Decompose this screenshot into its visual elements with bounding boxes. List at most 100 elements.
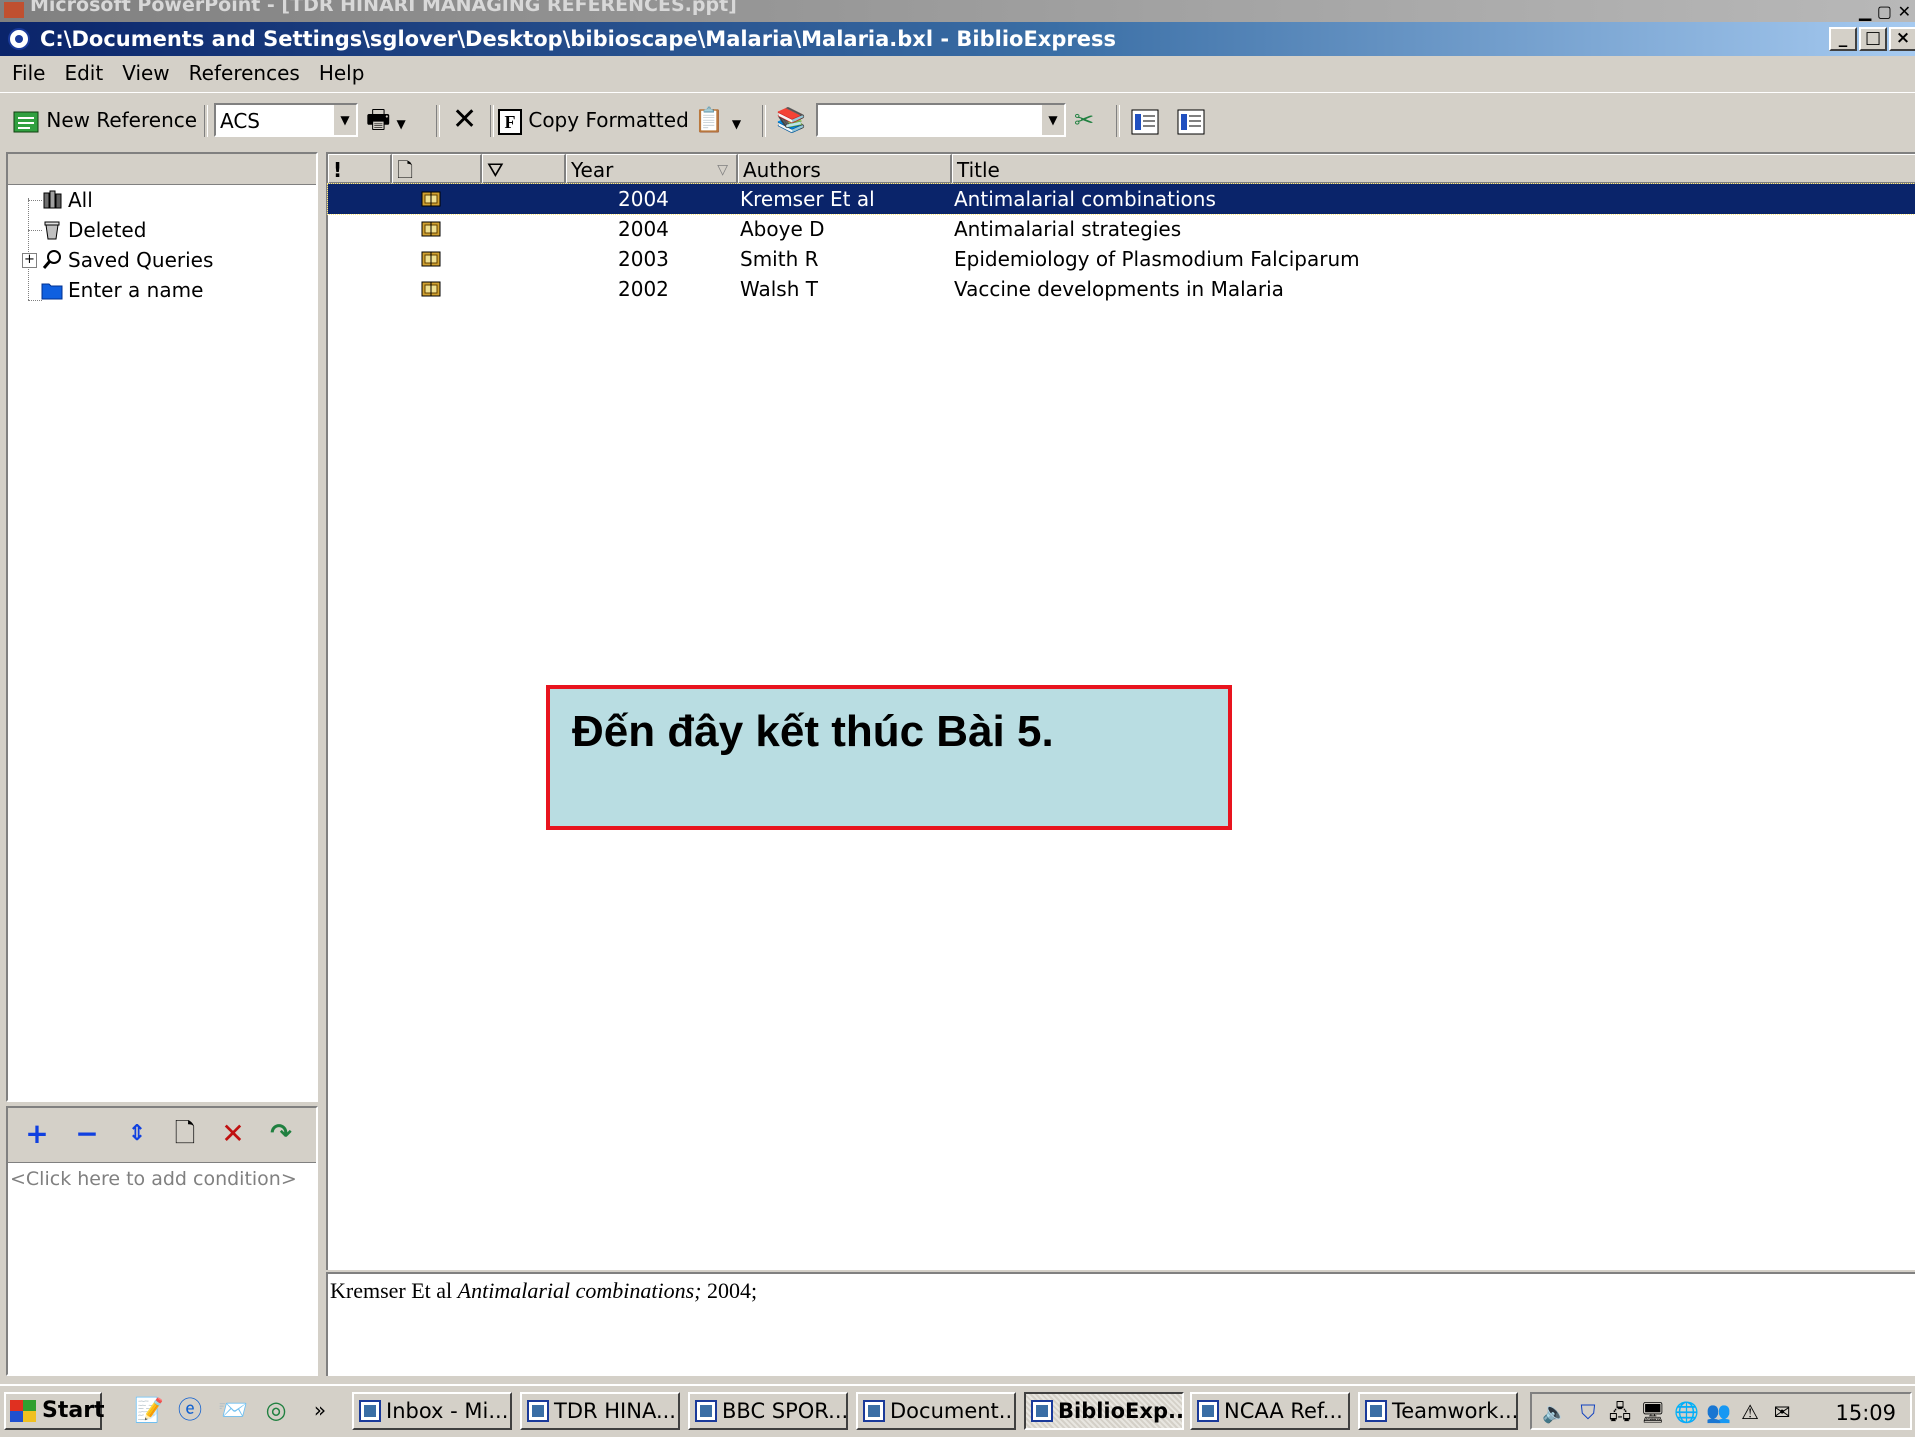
search-combo[interactable]: ▼ xyxy=(816,103,1066,137)
reference-row[interactable]: 2004 Kremser Et al Antimalarial combinatio… xyxy=(327,183,1915,215)
view-list-button[interactable] xyxy=(1130,101,1160,139)
clipboard-icon: 📋 xyxy=(694,106,724,134)
taskbar-button-label: Teamwork... xyxy=(1392,1399,1518,1423)
folder-new[interactable]: Enter a name xyxy=(41,276,203,304)
folder-pane-header xyxy=(8,154,316,185)
maximize-button[interactable]: □ xyxy=(1859,27,1887,51)
quicklaunch-app-icon[interactable]: ◎ xyxy=(262,1396,290,1424)
menu-file[interactable]: File xyxy=(5,56,52,90)
word-icon xyxy=(863,1400,885,1422)
monitor-icon[interactable]: 🖥 xyxy=(1640,1400,1665,1424)
reference-authors: Smith R xyxy=(740,247,819,271)
background-window-controls[interactable]: ▁ ▢ ✕ xyxy=(1859,1,1911,22)
reference-authors: Walsh T xyxy=(740,277,818,301)
reference-title: Antimalarial strategies xyxy=(954,217,1182,241)
network-icon[interactable]: 🖧 xyxy=(1608,1400,1632,1424)
preview-authors: Kremser Et al xyxy=(330,1278,453,1303)
mail-envelope-icon[interactable]: ✉ xyxy=(1770,1400,1794,1424)
add-condition-button[interactable]: + xyxy=(22,1120,52,1150)
close-button[interactable]: × xyxy=(1889,27,1915,51)
new-query-button[interactable]: 🗋 xyxy=(170,1120,200,1150)
taskbar-button-label: Document... xyxy=(890,1399,1016,1423)
taskbar-button[interactable]: NCAA Ref... xyxy=(1190,1392,1350,1430)
reference-year: 2004 xyxy=(618,217,669,241)
taskbar-button-label: BiblioExp... xyxy=(1058,1399,1184,1423)
new-reference-button[interactable]: New Reference xyxy=(12,101,197,139)
globe-icon[interactable]: 🌐 xyxy=(1674,1400,1699,1424)
minimize-button[interactable]: _ xyxy=(1829,27,1857,51)
taskbar-button[interactable]: Document... xyxy=(856,1392,1016,1430)
up-down-arrows-icon: ⇕ xyxy=(127,1121,147,1146)
preview-title: Antimalarial combinations; xyxy=(457,1278,702,1303)
folder-label: Deleted xyxy=(68,218,147,242)
word-icon xyxy=(1365,1400,1387,1422)
reference-authors: Aboye D xyxy=(740,217,825,241)
reference-row[interactable]: 2004 Aboye D Antimalarial strategies xyxy=(328,214,1915,244)
antivirus-shield-icon[interactable]: ⛉ xyxy=(1576,1400,1600,1424)
reference-row[interactable]: 2003 Smith R Epidemiology of Plasmodium Fa… xyxy=(328,244,1915,274)
sort-desc-icon: ▽ xyxy=(717,162,728,178)
library-icon: 📚 xyxy=(776,106,806,134)
powerpoint-icon xyxy=(4,2,24,18)
add-condition-hint[interactable]: <Click here to add condition> xyxy=(10,1168,297,1190)
title-bar: C:\Documents and Settings\sglover\Deskto… xyxy=(0,22,1915,56)
column-header-type[interactable]: 🗋 xyxy=(392,154,482,184)
chevron-down-icon[interactable]: ▼ xyxy=(1042,105,1064,135)
delete-query-button[interactable]: ✕ xyxy=(218,1120,248,1150)
menu-references[interactable]: References xyxy=(182,56,307,90)
taskbar-button[interactable]: Teamwork... xyxy=(1358,1392,1518,1430)
taskbar-button[interactable]: BBC SPOR... xyxy=(688,1392,848,1430)
quicklaunch-ie-icon[interactable]: ⓔ xyxy=(176,1396,204,1424)
library-button[interactable]: 📚 xyxy=(776,101,806,139)
quicklaunch-outlook-icon[interactable]: 📨 xyxy=(218,1396,248,1424)
print-button[interactable]: 🖶 ▼ xyxy=(366,101,406,139)
taskbar-button[interactable]: BiblioExp... xyxy=(1024,1392,1184,1430)
red-x-icon: ✕ xyxy=(221,1117,245,1150)
print-dropdown-arrow-icon[interactable]: ▼ xyxy=(397,117,406,131)
style-select[interactable]: ACS ▼ xyxy=(214,103,358,137)
remove-condition-button[interactable]: − xyxy=(72,1120,102,1150)
quicklaunch-notepad-icon[interactable]: 📝 xyxy=(134,1396,164,1424)
folder-all[interactable]: All xyxy=(43,186,93,214)
reference-book-icon xyxy=(421,191,441,207)
speaker-icon[interactable]: 🔈 xyxy=(1542,1400,1567,1424)
chevron-down-icon[interactable]: ▼ xyxy=(334,105,356,135)
column-header-year[interactable]: Year ▽ xyxy=(566,154,738,184)
menu-edit[interactable]: Edit xyxy=(57,56,110,90)
alert-icon[interactable]: ⚠ xyxy=(1738,1400,1762,1424)
start-button[interactable]: Start xyxy=(4,1392,105,1430)
menu-help[interactable]: Help xyxy=(312,56,372,90)
reference-year: 2003 xyxy=(618,247,669,271)
column-header-title[interactable]: Title xyxy=(952,154,1915,184)
messenger-icon[interactable]: 👥 xyxy=(1706,1400,1731,1424)
paste-button[interactable]: 📋 ▼ xyxy=(694,101,741,139)
powerpoint-icon xyxy=(527,1400,549,1422)
expand-plus-icon[interactable]: + xyxy=(22,253,37,268)
find-button[interactable]: ✂ xyxy=(1074,101,1094,139)
windows-flag-icon xyxy=(10,1400,36,1422)
column-header-year-label: Year xyxy=(571,158,614,182)
taskbar-button[interactable]: TDR HINA... xyxy=(520,1392,680,1430)
quicklaunch-more-icon[interactable]: » xyxy=(306,1396,334,1424)
taskbar-button[interactable]: Inbox - Mi... xyxy=(352,1392,512,1430)
view-detail-button[interactable] xyxy=(1176,101,1206,139)
menu-view[interactable]: View xyxy=(115,56,176,90)
column-header-priority[interactable]: ! xyxy=(328,154,392,184)
formatted-preview: Kremser Et al Antimalarial combinations;… xyxy=(326,1272,1915,1376)
paste-dropdown-arrow-icon[interactable]: ▼ xyxy=(732,117,741,131)
folder-deleted[interactable]: Deleted xyxy=(44,216,147,244)
taskbar-button-label: TDR HINA... xyxy=(554,1399,676,1423)
reference-row[interactable]: 2002 Walsh T Vaccine developments in Malar… xyxy=(328,274,1915,304)
run-query-button[interactable]: ↷ xyxy=(266,1120,296,1150)
document-icon: 🗋 xyxy=(397,158,414,182)
copy-formatted-button[interactable]: F Copy Formatted xyxy=(498,101,689,139)
column-header-filter[interactable]: ⛛ xyxy=(482,154,566,184)
callout-text: Đến đây kết thúc Bài 5. xyxy=(572,707,1054,756)
folder-icon xyxy=(41,283,63,300)
taskbar-button-label: BBC SPOR... xyxy=(722,1399,848,1423)
reorder-button[interactable]: ⇕ xyxy=(122,1120,152,1150)
column-header-authors[interactable]: Authors xyxy=(738,154,952,184)
folder-saved-queries[interactable]: Saved Queries xyxy=(42,246,213,274)
delete-button[interactable]: ✕ xyxy=(452,101,477,139)
reference-title: Epidemiology of Plasmodium Falciparum xyxy=(954,247,1360,271)
